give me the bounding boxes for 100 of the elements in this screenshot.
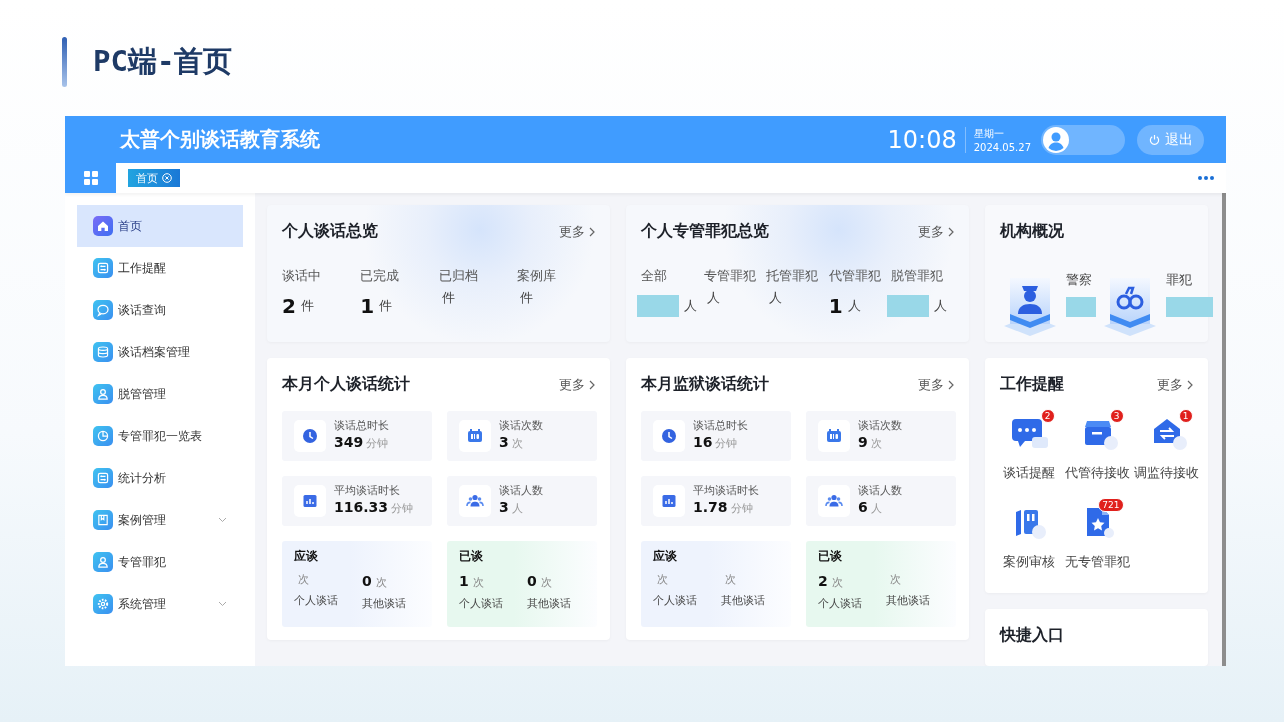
metric-unit: 分钟	[730, 502, 753, 515]
stat-value: 1	[360, 294, 375, 318]
stat-unit: 件	[379, 297, 393, 315]
slide-title: PC端-首页	[93, 43, 233, 80]
count-unit: 次	[472, 576, 484, 588]
bar-chart-icon	[653, 485, 685, 517]
more-icon[interactable]	[1198, 176, 1214, 180]
count-label: 其他谈话	[886, 593, 930, 608]
chat-bubble-icon	[93, 300, 113, 320]
stat-unit: 人	[934, 297, 948, 315]
tab[interactable]: 首页	[128, 169, 180, 187]
reminder-item[interactable]: 3 代管待接收	[1063, 409, 1132, 482]
chevron-right-icon	[589, 379, 595, 390]
card-title: 工作提醒	[1000, 374, 1064, 395]
clock-icon	[653, 420, 685, 452]
more-link[interactable]: 更多	[559, 375, 595, 394]
sidebar-item[interactable]: 专管罪犯	[77, 541, 243, 583]
sidebar-item[interactable]: 谈话档案管理	[77, 331, 243, 373]
count-badge: 721	[1098, 498, 1124, 512]
home-icon	[93, 216, 113, 236]
chevron-right-icon	[948, 379, 954, 390]
metric-label: 谈话人数	[858, 485, 902, 499]
stat-unit: 人	[847, 297, 861, 315]
clock-time: 10:08	[887, 125, 957, 154]
count-unit: 次	[298, 573, 309, 585]
metric-label: 谈话总时长	[693, 420, 748, 434]
redaction-block	[637, 295, 679, 317]
grid-icon[interactable]	[83, 171, 98, 185]
summary-title: 已谈	[818, 548, 843, 565]
metric-value: 6	[858, 499, 868, 516]
summary-title: 应谈	[294, 548, 319, 565]
sidebar-item[interactable]: 专管罪犯一览表	[77, 415, 243, 457]
list-panel-icon	[93, 468, 113, 488]
clock-icon	[294, 420, 326, 452]
metric-label: 平均谈话时长	[334, 485, 401, 499]
metric-label: 谈话次数	[499, 420, 543, 434]
stat-unit: 件	[300, 297, 314, 315]
count-value: 1	[459, 573, 469, 589]
reminder-item[interactable]: 案例审核	[994, 498, 1063, 571]
grid-menu-button[interactable]	[65, 163, 116, 193]
user-menu[interactable]	[1041, 124, 1125, 155]
metric-value: 9	[858, 434, 868, 451]
bar-chart-icon	[294, 485, 326, 517]
count-label: 其他谈话	[362, 596, 406, 611]
metric-value: 3	[499, 499, 509, 516]
metric-value: 3	[499, 434, 509, 451]
count-unit: 次	[725, 573, 736, 585]
people-icon	[459, 485, 491, 517]
sidebar-item[interactable]: 工作提醒	[77, 247, 243, 289]
metric-unit: 分钟	[715, 437, 738, 450]
sidebar-item[interactable]: 脱管管理	[77, 373, 243, 415]
redaction-block	[887, 295, 930, 317]
count-label: 其他谈话	[721, 593, 765, 608]
calendar-icon	[459, 420, 491, 452]
list-panel-icon	[93, 258, 113, 278]
more-link[interactable]: 更多	[918, 375, 954, 394]
more-link[interactable]: 更多	[559, 222, 595, 241]
stat-label: 已完成	[360, 268, 401, 285]
settings-icon	[93, 594, 113, 614]
stat-unit: 件	[441, 289, 455, 307]
stat-label: 案例库	[516, 268, 557, 285]
metric-unit: 次	[511, 437, 523, 450]
close-icon[interactable]	[162, 173, 172, 183]
reminder-item[interactable]: 1 调监待接收	[1132, 409, 1201, 482]
metric-value: 1.78	[693, 499, 728, 516]
summary-title: 应谈	[653, 548, 678, 565]
reminder-item[interactable]: 721 无专管罪犯	[1063, 498, 1132, 571]
stat-label: 脱管罪犯	[891, 268, 945, 285]
count-label: 个人谈话	[294, 593, 338, 608]
metric-unit: 人	[870, 502, 882, 515]
sidebar-item[interactable]: 统计分析	[77, 457, 243, 499]
count-label: 其他谈话	[527, 596, 571, 611]
metric-unit: 人	[511, 502, 523, 515]
stat-value: 1	[828, 294, 843, 318]
card-title: 本月监狱谈话统计	[641, 374, 769, 395]
metric-label: 谈话人数	[499, 485, 543, 499]
count-label: 个人谈话	[818, 596, 862, 611]
title-accent-bar	[62, 37, 67, 87]
sidebar-item[interactable]: 系统管理	[77, 583, 243, 625]
sidebar-item[interactable]: 案例管理	[77, 499, 243, 541]
metric-value: 16	[693, 434, 713, 451]
metric-value: 116.33	[334, 499, 389, 516]
count-value: 0	[362, 573, 372, 589]
stat-value: 2	[282, 294, 296, 318]
reminder-item[interactable]: 2 谈话提醒	[994, 409, 1063, 482]
count-unit: 次	[657, 573, 668, 585]
sidebar-item[interactable]: 首页	[77, 205, 243, 247]
more-link[interactable]: 更多	[1157, 375, 1193, 394]
avatar-icon	[1043, 126, 1069, 153]
count-unit: 次	[540, 576, 552, 588]
sidebar-item[interactable]: 谈话查询	[77, 289, 243, 331]
calendar-icon	[818, 420, 850, 452]
scrollbar[interactable]	[1222, 193, 1226, 666]
summary-title: 已谈	[459, 548, 484, 565]
metric-label: 谈话次数	[858, 420, 902, 434]
metric-unit: 分钟	[391, 502, 414, 515]
card-title: 个人专管罪犯总览	[641, 221, 769, 242]
stat-label: 已归档	[438, 268, 479, 285]
more-link[interactable]: 更多	[918, 222, 954, 241]
count-badge: 3	[1109, 409, 1124, 423]
